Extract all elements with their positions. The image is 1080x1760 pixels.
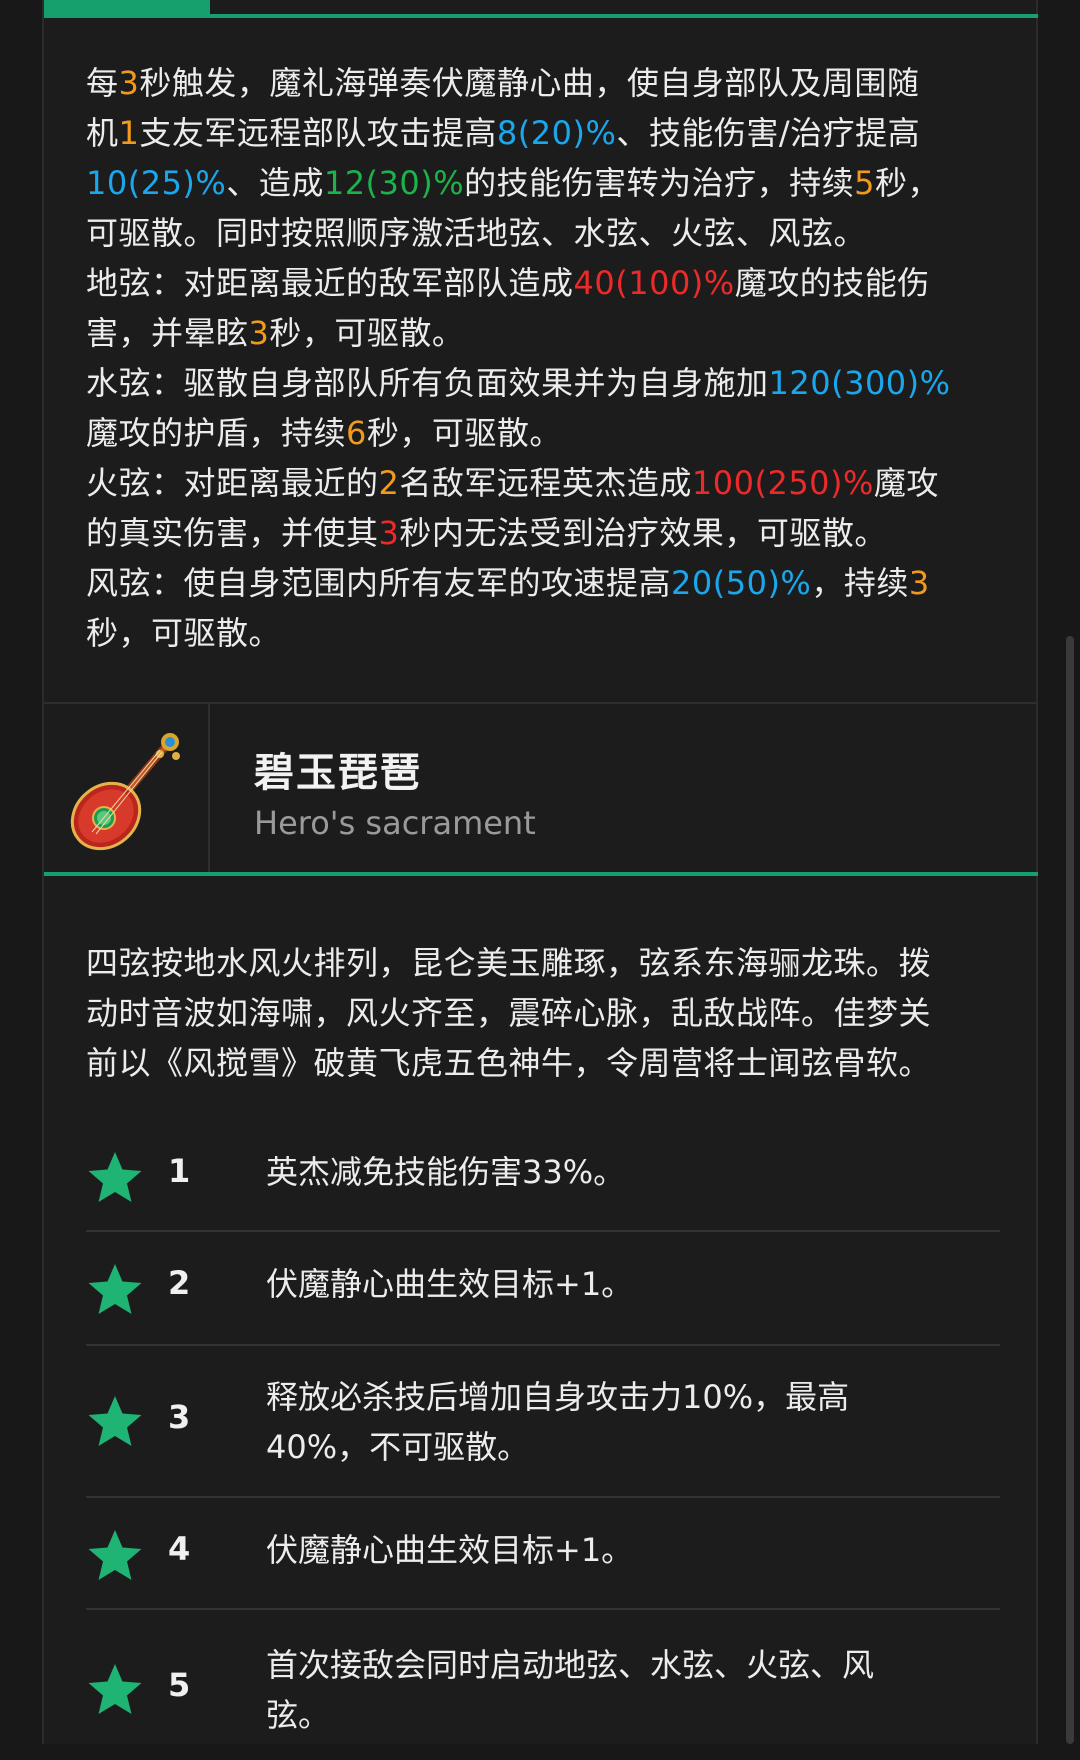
skill-text-segment: 支友军远程部队攻击提高 bbox=[139, 114, 497, 152]
skill-text-segment: 魔攻的技能伤 bbox=[734, 264, 930, 302]
item-subtitle: Hero's sacrament bbox=[254, 804, 536, 842]
skill-text-segment: 魔攻 bbox=[873, 464, 939, 502]
skill-line: 地弦：对距离最近的敌军部队造成40(100)%魔攻的技能伤 bbox=[86, 258, 1006, 308]
skill-line: 火弦：对距离最近的2名敌军远程英杰造成100(250)%魔攻 bbox=[86, 458, 1006, 508]
skill-value: 3 bbox=[118, 64, 140, 102]
skill-line: 害，并晕眩3秒，可驱散。 bbox=[86, 308, 1006, 358]
skill-value: 10(25)% bbox=[86, 164, 227, 202]
top-divider bbox=[44, 14, 1038, 18]
skill-text-segment: 秒，可驱散。 bbox=[86, 614, 282, 652]
skill-text-segment: 的真实伤害，并使其 bbox=[86, 514, 379, 552]
star-effect-line: 伏魔静心曲生效目标+1。 bbox=[266, 1265, 634, 1303]
lore-line: 动时音波如海啸，风火齐至，震碎心脉，乱敌战阵。佳梦关 bbox=[86, 994, 932, 1032]
star-effect: 释放必杀技后增加自身攻击力10%，最高 40%，不可驱散。 bbox=[266, 1372, 906, 1472]
skill-text-segment: 秒，可驱散。 bbox=[269, 314, 465, 352]
skill-line: 秒，可驱散。 bbox=[86, 608, 1006, 658]
skill-text-segment: 、造成 bbox=[226, 164, 324, 202]
star-level: 4 bbox=[168, 1530, 191, 1568]
star-row: 5 首次接敌会同时启动地弦、水弦、火弦、风 弦。 bbox=[86, 1610, 1000, 1760]
skill-text-segment: 害，并晕眩 bbox=[86, 314, 249, 352]
skill-line: 的真实伤害，并使其3秒内无法受到治疗效果，可驱散。 bbox=[86, 508, 1006, 558]
skill-value: 5 bbox=[854, 164, 876, 202]
skill-value: 20(50)% bbox=[671, 564, 812, 602]
star-effect: 首次接敌会同时启动地弦、水弦、火弦、风 弦。 bbox=[266, 1640, 906, 1740]
star-level: 3 bbox=[168, 1398, 191, 1436]
item-lore: 四弦按地水风火排列，昆仑美玉雕琢，弦系东海骊龙珠。拨 动时音波如海啸，风火齐至，… bbox=[86, 938, 1006, 1088]
star-level: 2 bbox=[168, 1264, 191, 1302]
star-upgrade-list: 1 英杰减免技能伤害33%。 2 伏魔静心曲生效目标+1。 3 释放必杀技后增加… bbox=[86, 1120, 1000, 1760]
star-effect-line: 弦。 bbox=[266, 1696, 331, 1734]
item-detail-panel: 每3秒触发，魔礼海弹奏伏魔静心曲，使自身部队及周围随 机1支友军远程部队攻击提高8… bbox=[42, 0, 1038, 1744]
skill-line: 每3秒触发，魔礼海弹奏伏魔静心曲，使自身部队及周围随 bbox=[86, 58, 1006, 108]
star-icon bbox=[88, 1396, 142, 1446]
skill-text-segment: 可驱散。同时按照顺序激活地弦、水弦、火弦、风弦。 bbox=[86, 214, 867, 252]
skill-text-segment: 机 bbox=[86, 114, 119, 152]
star-effect-line: 伏魔静心曲生效目标+1。 bbox=[266, 1531, 634, 1569]
star-effect: 伏魔静心曲生效目标+1。 bbox=[266, 1264, 906, 1304]
item-header: 碧玉琵琶 Hero's sacrament bbox=[44, 702, 1038, 872]
star-icon bbox=[88, 1152, 142, 1202]
skill-description: 每3秒触发，魔礼海弹奏伏魔静心曲，使自身部队及周围随 机1支友军远程部队攻击提高8… bbox=[86, 58, 1006, 658]
skill-line: 可驱散。同时按照顺序激活地弦、水弦、火弦、风弦。 bbox=[86, 208, 1006, 258]
skill-text-segment: 秒， bbox=[875, 164, 941, 202]
skill-line: 机1支友军远程部队攻击提高8(20)%、技能伤害/治疗提高 bbox=[86, 108, 1006, 158]
lore-line: 前以《风搅雪》破黄飞虎五色神牛，令周营将士闻弦骨软。 bbox=[86, 1044, 932, 1082]
star-effect-line: 释放必杀技后增加自身攻击力10%，最高 bbox=[266, 1378, 850, 1416]
item-title: 碧玉琵琶 bbox=[254, 750, 422, 796]
skill-value: 100(250)% bbox=[691, 464, 874, 502]
skill-value: 12(30)% bbox=[323, 164, 465, 202]
star-row: 3 释放必杀技后增加自身攻击力10%，最高 40%，不可驱散。 bbox=[86, 1346, 1000, 1498]
lore-line: 四弦按地水风火排列，昆仑美玉雕琢，弦系东海骊龙珠。拨 bbox=[86, 944, 932, 982]
star-effect-line: 英杰减免技能伤害33%。 bbox=[266, 1153, 626, 1191]
skill-value: 6 bbox=[346, 414, 367, 452]
skill-value: 1 bbox=[118, 114, 140, 152]
skill-line: 风弦：使自身范围内所有友军的攻速提高20(50)%，持续3 bbox=[86, 558, 1006, 608]
star-effect-line: 首次接敌会同时启动地弦、水弦、火弦、风 bbox=[266, 1646, 875, 1684]
star-row: 1 英杰减免技能伤害33%。 bbox=[86, 1120, 1000, 1232]
skill-text-segment: 魔攻的护盾，持续 bbox=[86, 414, 347, 452]
star-level: 5 bbox=[168, 1666, 191, 1704]
scrollbar[interactable] bbox=[1066, 636, 1074, 1744]
skill-text-segment: 名敌军远程英杰造成 bbox=[399, 464, 692, 502]
skill-text-segment: 风弦：使自身范围内所有友军的攻速提高 bbox=[86, 564, 672, 602]
skill-text-segment: 每 bbox=[86, 64, 119, 102]
star-row: 4 伏魔静心曲生效目标+1。 bbox=[86, 1498, 1000, 1610]
pipa-lute-icon bbox=[70, 733, 180, 851]
skill-value: 3 bbox=[248, 314, 270, 352]
item-divider bbox=[44, 872, 1038, 876]
skill-text-segment: 的技能伤害转为治疗，持续 bbox=[464, 164, 855, 202]
skill-text-segment: 秒，可驱散。 bbox=[366, 414, 562, 452]
skill-value: 8(20)% bbox=[496, 114, 617, 152]
skill-line: 魔攻的护盾，持续6秒，可驱散。 bbox=[86, 408, 1006, 458]
skill-text-segment: 火弦：对距离最近的 bbox=[86, 464, 379, 502]
active-tab-indicator bbox=[44, 0, 210, 14]
skill-text-segment: 、技能伤害/治疗提高 bbox=[616, 114, 921, 152]
item-icon-cell bbox=[44, 704, 210, 872]
skill-text-segment: ，持续 bbox=[811, 564, 909, 602]
skill-value: 3 bbox=[908, 564, 930, 602]
skill-line: 10(25)%、造成12(30)%的技能伤害转为治疗，持续5秒， bbox=[86, 158, 1006, 208]
star-row: 2 伏魔静心曲生效目标+1。 bbox=[86, 1232, 1000, 1346]
star-effect-line: 40%，不可驱散。 bbox=[266, 1428, 530, 1466]
star-icon bbox=[88, 1264, 142, 1314]
skill-value: 2 bbox=[378, 464, 400, 502]
skill-value: 120(300)% bbox=[768, 364, 951, 402]
star-icon bbox=[88, 1664, 142, 1714]
skill-text-segment: 秒内无法受到治疗效果，可驱散。 bbox=[399, 514, 887, 552]
skill-text-segment: 秒触发，魔礼海弹奏伏魔静心曲，使自身部队及周围随 bbox=[139, 64, 920, 102]
skill-text-segment: 地弦：对距离最近的敌军部队造成 bbox=[86, 264, 574, 302]
star-level: 1 bbox=[168, 1152, 191, 1190]
skill-line: 水弦：驱散自身部队所有负面效果并为自身施加120(300)% bbox=[86, 358, 1006, 408]
star-effect: 英杰减免技能伤害33%。 bbox=[266, 1152, 906, 1192]
skill-value: 3 bbox=[378, 514, 400, 552]
skill-value: 40(100)% bbox=[573, 264, 735, 302]
skill-text-segment: 水弦：驱散自身部队所有负面效果并为自身施加 bbox=[86, 364, 769, 402]
star-effect: 伏魔静心曲生效目标+1。 bbox=[266, 1530, 906, 1570]
star-icon bbox=[88, 1530, 142, 1580]
